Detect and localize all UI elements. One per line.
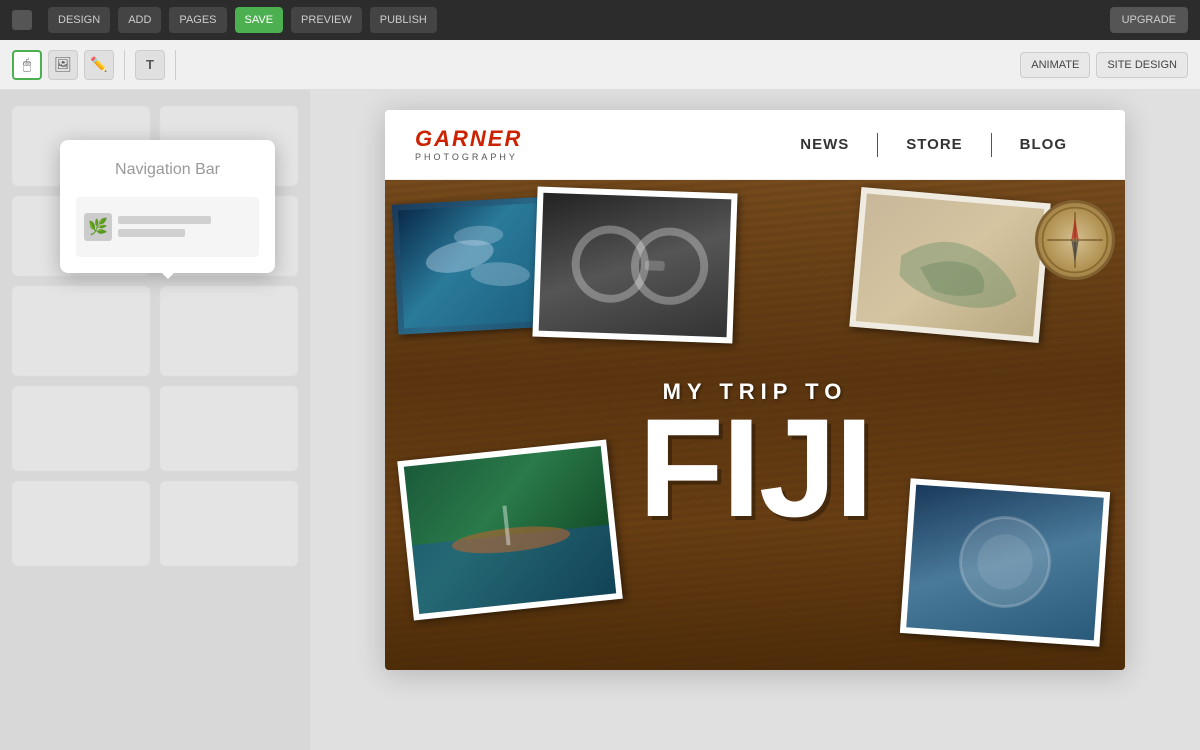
component-thumb-6[interactable] <box>160 286 298 376</box>
site-nav-links: NEWS STORE BLOG <box>772 133 1095 157</box>
text-tool[interactable]: T <box>135 50 165 80</box>
site-navbar: GARNER PHOTOGRAPHY NEWS STORE BLOG <box>385 110 1125 180</box>
photo-scatter <box>385 180 1125 670</box>
cursor-tool[interactable]: 🖱 <box>12 50 42 80</box>
tool-divider-2 <box>175 50 176 80</box>
compass-decoration <box>1035 200 1115 280</box>
image-tool[interactable]: 🖼 <box>48 50 78 80</box>
photo-kayak-inner <box>404 446 616 614</box>
nav-preview-logo-icon: 🌿 <box>84 213 112 241</box>
photo-kayak <box>397 439 623 620</box>
component-thumb-5[interactable] <box>12 286 150 376</box>
nav-link-news[interactable]: NEWS <box>772 136 877 153</box>
site-logo: GARNER PHOTOGRAPHY <box>415 128 522 162</box>
component-thumb-10[interactable] <box>160 481 298 566</box>
pages-button[interactable]: PAGES <box>169 7 226 33</box>
secondary-toolbar: 🖱 🖼 ✏️ T ANIMATE SITE DESIGN <box>0 40 1200 90</box>
photo-goggles-inner <box>539 193 732 337</box>
site-design-button[interactable]: SITE DESIGN <box>1096 52 1188 78</box>
canvas-area: GARNER PHOTOGRAPHY NEWS STORE BLOG <box>310 90 1200 750</box>
main-area: Navigation Bar 🌿 GARNER PHOTOGRAPHY NEWS <box>0 90 1200 750</box>
photo-map-inner <box>856 193 1044 336</box>
nav-preview-line-2 <box>118 229 185 237</box>
nav-preview-lines <box>118 216 251 237</box>
nav-bar-card-title: Navigation Bar <box>115 160 220 181</box>
toolbar-logo <box>12 10 32 30</box>
site-hero: MY TRIP TO FIJI <box>385 180 1125 670</box>
nav-link-store[interactable]: STORE <box>878 136 990 153</box>
photo-underwater-inner <box>906 485 1104 641</box>
nav-preview-line-1 <box>118 216 211 224</box>
publish-button[interactable]: PUBLISH <box>370 7 437 33</box>
tool-divider-1 <box>124 50 125 80</box>
upgrade-button[interactable]: UPGRADE <box>1110 7 1188 33</box>
nav-link-blog[interactable]: BLOG <box>992 136 1095 153</box>
pen-tool[interactable]: ✏️ <box>84 50 114 80</box>
photo-map <box>849 187 1050 343</box>
preview-button[interactable]: PREVIEW <box>291 7 362 33</box>
site-logo-sub: PHOTOGRAPHY <box>415 152 522 162</box>
site-logo-main: GARNER <box>415 128 522 150</box>
nav-bar-preview: 🌿 <box>76 197 259 257</box>
animate-button[interactable]: ANIMATE <box>1020 52 1090 78</box>
nav-bar-card: Navigation Bar 🌿 <box>60 140 275 273</box>
add-button[interactable]: ADD <box>118 7 161 33</box>
left-panel: Navigation Bar 🌿 <box>0 90 310 750</box>
photo-underwater <box>900 478 1110 647</box>
component-thumb-8[interactable] <box>160 386 298 471</box>
component-thumb-9[interactable] <box>12 481 150 566</box>
design-button[interactable]: DESIGN <box>48 7 110 33</box>
save-button[interactable]: SAVE <box>235 7 284 33</box>
component-thumb-7[interactable] <box>12 386 150 471</box>
top-toolbar: DESIGN ADD PAGES SAVE PREVIEW PUBLISH UP… <box>0 0 1200 40</box>
photo-goggles <box>532 187 737 344</box>
website-preview: GARNER PHOTOGRAPHY NEWS STORE BLOG <box>385 110 1125 670</box>
